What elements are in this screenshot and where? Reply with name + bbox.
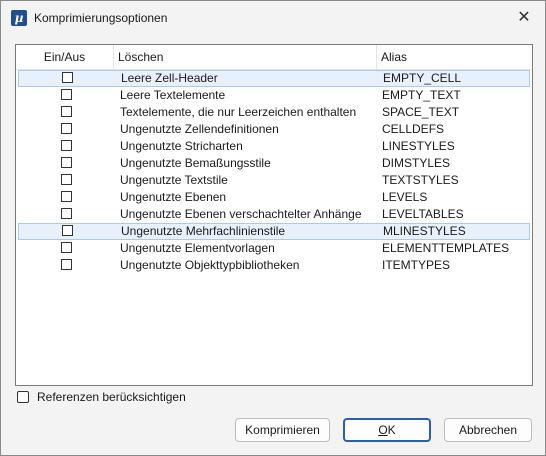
row-description: Leere Zell-Header [121,71,218,85]
ok-mnemonic: O [378,423,388,437]
row-alias: MLINESTYLES [383,224,466,238]
row-description: Ungenutzte Objekttypbibliotheken [120,258,300,272]
row-description: Textelemente, die nur Leerzeichen enthal… [120,105,357,119]
list-row[interactable]: Ungenutzte Zellendefinitionen CELLDEFS [18,121,530,138]
row-alias: ELEMENTTEMPLATES [382,241,510,255]
row-description: Ungenutzte Ebenen [120,190,227,204]
ok-button[interactable]: OK [343,418,431,442]
list-row[interactable]: Ungenutzte Ebenen verschachtelter Anhäng… [18,206,530,223]
row-alias: TEXTSTYLES [382,173,459,187]
row-alias: LEVELTABLES [382,207,464,221]
row-description: Ungenutzte Textstile [120,173,228,187]
column-header-delete[interactable]: Löschen [114,45,377,69]
close-button[interactable]: ✕ [511,6,537,30]
row-checkbox[interactable] [62,72,73,83]
ok-label-rest: K [387,423,396,437]
row-checkbox[interactable] [61,191,72,202]
list-row[interactable]: Ungenutzte Ebenen LEVELS [18,189,530,206]
row-description: Ungenutzte Ebenen verschachtelter Anhäng… [120,207,362,221]
references-label[interactable]: Referenzen berücksichtigen [37,390,186,404]
row-checkbox[interactable] [61,157,72,168]
list-row[interactable]: Ungenutzte Elementvorlagen ELEMENTTEMPLAT… [18,240,530,257]
app-icon: µ [11,10,27,26]
compress-button[interactable]: Komprimieren [235,418,330,442]
compress-options-dialog: µ Komprimierungsoptionen ✕ Ein/Aus Lösch… [0,0,546,456]
column-header-alias[interactable]: Alias [377,45,532,69]
column-header-on-off[interactable]: Ein/Aus [16,45,114,69]
row-checkbox[interactable] [61,140,72,151]
row-checkbox[interactable] [62,225,73,236]
row-alias: ITEMTYPES [382,258,451,272]
row-checkbox[interactable] [61,208,72,219]
title-bar[interactable]: µ Komprimierungsoptionen ✕ [1,1,545,35]
list-row[interactable]: Leere Textelemente EMPTY_TEXT [18,87,530,104]
list-header: Ein/Aus Löschen Alias [16,45,532,70]
row-alias: EMPTY_CELL [383,71,462,85]
row-alias: LINESTYLES [382,139,455,153]
references-checkbox[interactable] [17,391,29,403]
cancel-button[interactable]: Abbrechen [444,418,532,442]
row-checkbox[interactable] [61,174,72,185]
list-row[interactable]: Ungenutzte Stricharten LINESTYLES [18,138,530,155]
list-row[interactable]: Ungenutzte Objekttypbibliotheken ITEMTYPE… [18,257,530,274]
row-description: Leere Textelemente [120,88,226,102]
row-alias: LEVELS [382,190,428,204]
window-title: Komprimierungsoptionen [34,11,168,25]
row-checkbox[interactable] [61,106,72,117]
row-description: Ungenutzte Mehrfachlinienstile [121,224,286,238]
row-alias: SPACE_TEXT [382,105,460,119]
row-alias: CELLDEFS [382,122,445,136]
row-description: Ungenutzte Bemaßungsstile [120,156,271,170]
row-alias: EMPTY_TEXT [382,88,461,102]
compress-options-list[interactable]: Ein/Aus Löschen Alias Leere Zell-Header E… [15,44,533,386]
row-checkbox[interactable] [61,259,72,270]
row-description: Ungenutzte Zellendefinitionen [120,122,279,136]
row-checkbox[interactable] [61,123,72,134]
row-description: Ungenutzte Elementvorlagen [120,241,275,255]
row-checkbox[interactable] [61,89,72,100]
row-alias: DIMSTYLES [382,156,451,170]
row-description: Ungenutzte Stricharten [120,139,243,153]
list-row[interactable]: Leere Zell-Header EMPTY_CELL [18,70,530,87]
list-row[interactable]: Ungenutzte Bemaßungsstile DIMSTYLES [18,155,530,172]
list-row[interactable]: Ungenutzte Mehrfachlinienstile MLINESTYLE… [18,223,530,240]
list-row[interactable]: Textelemente, die nur Leerzeichen enthal… [18,104,530,121]
list-row[interactable]: Ungenutzte Textstile TEXTSTYLES [18,172,530,189]
row-checkbox[interactable] [61,242,72,253]
